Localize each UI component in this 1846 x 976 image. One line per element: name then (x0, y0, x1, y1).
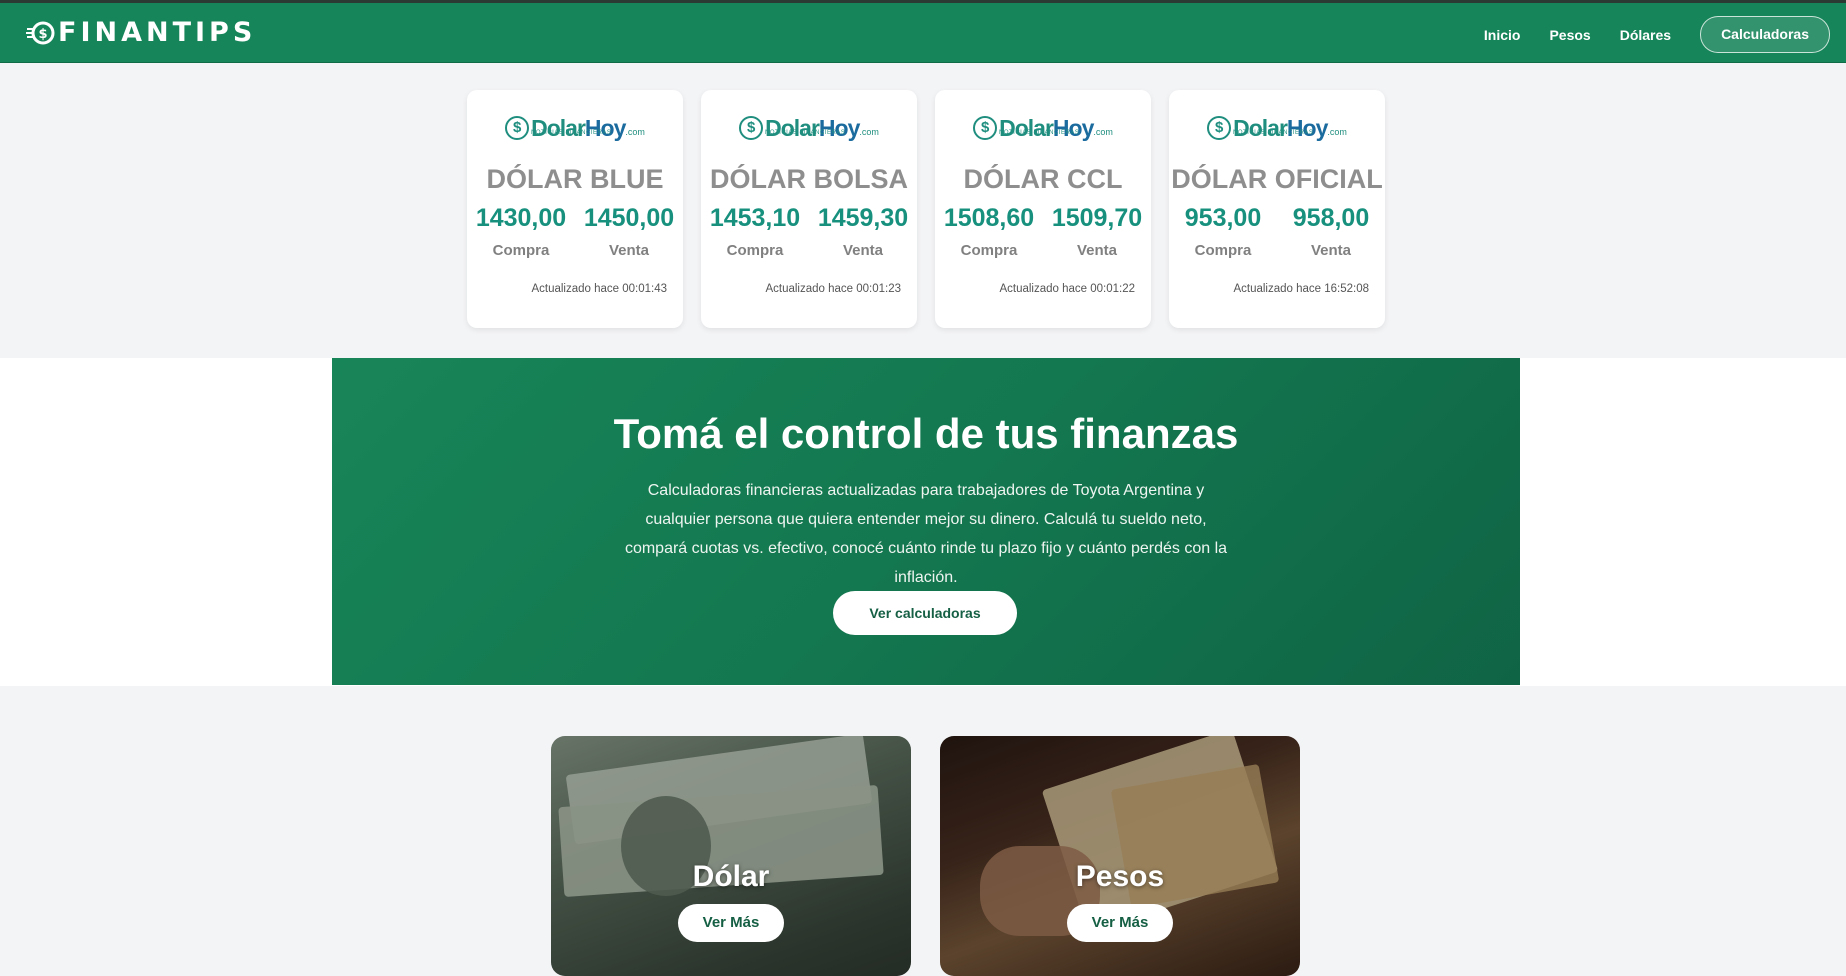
dolarhoy-logo: $ DolarHoy .com (467, 111, 683, 145)
nav-link-dolares[interactable]: Dólares (1620, 27, 1671, 43)
brand-name: DolarHoy (765, 114, 860, 141)
logo-coin-icon: $ (26, 18, 56, 48)
compra-label: Compra (492, 242, 550, 259)
compra-value: 953,00 (1184, 204, 1262, 232)
category-title: Pesos (1075, 860, 1165, 893)
dollar-coin-icon: $ (739, 116, 764, 140)
label-row: Compra Venta (935, 242, 1151, 259)
rate-card-bolsa[interactable]: $ DolarHoy .com NOTICIAS FINANCIERAS DÓL… (701, 90, 917, 328)
rate-title: DÓLAR OFICIAL (1171, 164, 1383, 194)
price-row: 1430,00 1450,00 (467, 204, 683, 233)
hero-section: Tomá el control de tus finanzas Calculad… (332, 358, 1520, 685)
rates-row: $ DolarHoy .com NOTICIAS FINANCIERAS DÓL… (467, 90, 1403, 328)
rate-card-oficial[interactable]: $ DolarHoy .com NOTICIAS FINANCIERAS DÓL… (1169, 90, 1385, 328)
brand-subtitle: NOTICIAS FINANCIERAS (999, 130, 1080, 136)
dollar-coin-icon: $ (505, 116, 530, 140)
dolarhoy-logo: $ DolarHoy .com (935, 111, 1151, 145)
updated-time: Actualizado hace 00:01:22 (999, 283, 1135, 295)
calculadoras-button[interactable]: Calculadoras (1700, 16, 1830, 53)
compra-label: Compra (726, 242, 784, 259)
compra-value: 1430,00 (475, 204, 567, 232)
logo[interactable]: $ FINANTIPS (26, 17, 256, 48)
venta-label: Venta (1310, 242, 1352, 259)
updated-time: Actualizado hace 16:52:08 (1233, 283, 1369, 295)
category-card-dolar[interactable]: Dólar Ver Más (551, 736, 911, 976)
dollar-coin-icon: $ (1207, 116, 1232, 140)
venta-value: 1450,00 (583, 204, 675, 232)
dolarhoy-logo: $ DolarHoy .com (1169, 111, 1385, 145)
venta-value: 958,00 (1292, 204, 1370, 232)
svg-text:$: $ (38, 27, 47, 42)
venta-label: Venta (1076, 242, 1118, 259)
rate-title: DÓLAR BLUE (486, 164, 664, 194)
brand-subtitle: NOTICIAS FINANCIERAS (765, 130, 846, 136)
hero-text: Calculadoras financieras actualizadas pa… (624, 482, 1228, 586)
label-row: Compra Venta (467, 242, 683, 259)
venta-label: Venta (608, 242, 650, 259)
logo-text: FINANTIPS (58, 17, 257, 48)
brand-suffix: .com (1093, 127, 1113, 137)
ver-mas-button[interactable]: Ver Más (678, 904, 784, 942)
updated-time: Actualizado hace 00:01:23 (765, 283, 901, 295)
venta-value: 1509,70 (1051, 204, 1143, 232)
dolarhoy-logo: $ DolarHoy .com (701, 111, 917, 145)
ver-calculadoras-button[interactable]: Ver calculadoras (833, 591, 1017, 635)
label-row: Compra Venta (701, 242, 917, 259)
compra-value: 1453,10 (709, 204, 801, 232)
price-row: 1453,10 1459,30 (701, 204, 917, 233)
brand-subtitle: NOTICIAS FINANCIERAS (531, 130, 612, 136)
label-row: Compra Venta (1169, 242, 1385, 259)
rate-card-ccl[interactable]: $ DolarHoy .com NOTICIAS FINANCIERAS DÓL… (935, 90, 1151, 328)
compra-label: Compra (960, 242, 1018, 259)
price-row: 1508,60 1509,70 (935, 204, 1151, 233)
updated-time: Actualizado hace 00:01:43 (531, 283, 667, 295)
brand-suffix: .com (625, 127, 645, 137)
rate-title: DÓLAR CCL (963, 164, 1123, 194)
category-title: Dólar (692, 860, 770, 893)
dollar-coin-icon: $ (973, 116, 998, 140)
ver-mas-button[interactable]: Ver Más (1067, 904, 1173, 942)
venta-value: 1459,30 (817, 204, 909, 232)
venta-label: Venta (842, 242, 884, 259)
nav-links: Inicio Pesos Dólares Calculadoras (1484, 16, 1830, 53)
brand-name: DolarHoy (999, 114, 1094, 141)
compra-value: 1508,60 (943, 204, 1035, 232)
brand-suffix: .com (859, 127, 879, 137)
brand-subtitle: NOTICIAS FINANCIERAS (1233, 130, 1314, 136)
nav-link-inicio[interactable]: Inicio (1484, 27, 1521, 43)
nav-link-pesos[interactable]: Pesos (1549, 27, 1590, 43)
rate-card-blue[interactable]: $ DolarHoy .com NOTICIAS FINANCIERAS DÓL… (467, 90, 683, 328)
compra-label: Compra (1194, 242, 1252, 259)
navbar: $ FINANTIPS Inicio Pesos Dólares Calcula… (0, 3, 1846, 63)
price-row: 953,00 958,00 (1169, 204, 1385, 233)
brand-name: DolarHoy (1233, 114, 1328, 141)
brand-name: DolarHoy (531, 114, 626, 141)
rate-title: DÓLAR BOLSA (710, 164, 908, 194)
category-card-pesos[interactable]: Pesos Ver Más (940, 736, 1300, 976)
brand-suffix: .com (1327, 127, 1347, 137)
hero-title: Tomá el control de tus finanzas (613, 410, 1239, 457)
